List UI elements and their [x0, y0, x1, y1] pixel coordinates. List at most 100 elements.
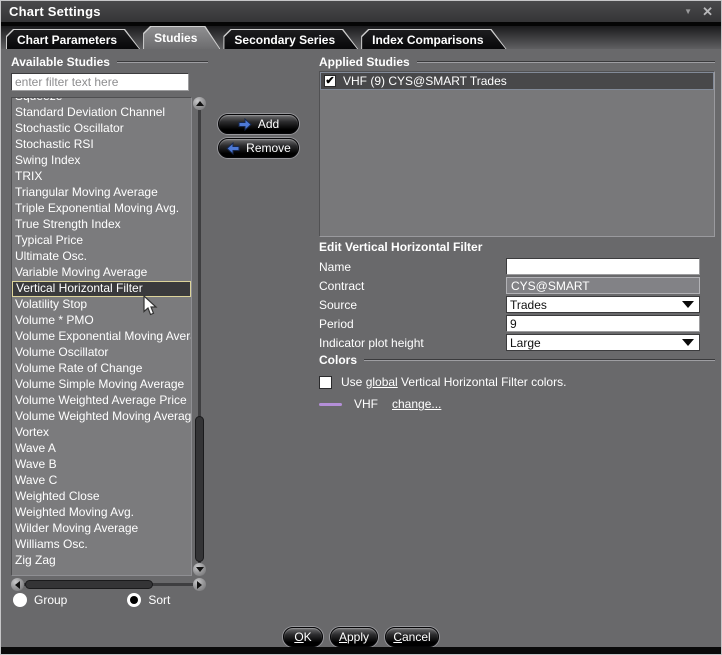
available-study-item[interactable]: Volume * PMO: [12, 313, 191, 329]
ok-button[interactable]: OK: [283, 627, 323, 647]
radio-group-circle[interactable]: [13, 593, 27, 607]
study-filter-input[interactable]: [11, 73, 189, 91]
period-value: 9: [510, 317, 517, 331]
available-study-item[interactable]: Wave B: [12, 457, 191, 473]
global-link[interactable]: global: [366, 375, 398, 389]
applied-study-item[interactable]: ✔ VHF (9) CYS@SMART Trades: [320, 72, 714, 90]
arrow-right-icon: [238, 118, 252, 131]
applied-studies-list: ✔ VHF (9) CYS@SMART Trades: [319, 71, 715, 237]
radio-sort-circle[interactable]: [127, 593, 141, 607]
available-study-item[interactable]: Volume Oscillator: [12, 345, 191, 361]
available-study-item[interactable]: Vortex: [12, 425, 191, 441]
vhf-color-swatch[interactable]: [319, 403, 342, 406]
change-color-link[interactable]: change...: [392, 397, 441, 411]
vertical-scrollbar[interactable]: [193, 97, 206, 576]
applied-study-label: VHF (9) CYS@SMART Trades: [343, 74, 507, 88]
horizontal-scrollbar[interactable]: [11, 578, 206, 591]
scroll-left-button[interactable]: [11, 578, 24, 591]
form-row-period: Period 9: [319, 315, 715, 332]
title-bar: Chart Settings ▼ ✕: [1, 1, 721, 22]
available-study-item[interactable]: Williams Osc.: [12, 537, 191, 553]
remove-button[interactable]: Remove: [218, 138, 299, 158]
scroll-right-button[interactable]: [193, 578, 206, 591]
available-studies-title: Available Studies: [11, 55, 110, 69]
apply-button[interactable]: Apply: [330, 627, 378, 647]
available-study-item[interactable]: Typical Price: [12, 233, 191, 249]
available-study-item[interactable]: Wave A: [12, 441, 191, 457]
radio-group-label: Group: [34, 593, 67, 607]
tab-label: Chart Parameters: [17, 33, 117, 47]
name-label: Name: [319, 260, 351, 274]
scroll-down-button[interactable]: [193, 563, 206, 576]
remove-button-label: Remove: [246, 141, 291, 155]
available-study-item[interactable]: Volume Weighted Moving Average: [12, 409, 191, 425]
available-study-item[interactable]: Triangular Moving Average: [12, 185, 191, 201]
available-studies-list: Squeeze Standard Deviation Channel Stoch…: [11, 97, 192, 576]
tab-label: Studies: [154, 31, 197, 45]
period-field[interactable]: 9: [506, 315, 700, 332]
available-study-item[interactable]: Volatility Stop: [12, 297, 191, 313]
use-global-colors-checkbox[interactable]: [319, 376, 332, 389]
window-menu-icon[interactable]: ▼: [684, 7, 692, 16]
radio-sort[interactable]: Sort: [127, 593, 170, 607]
available-study-item[interactable]: Volume Simple Moving Average: [12, 377, 191, 393]
tab-label: Secondary Series: [234, 33, 335, 47]
tab[interactable]: Studies: [143, 26, 220, 49]
arrow-left-icon: [15, 581, 20, 589]
chevron-down-icon: [682, 301, 694, 308]
tab[interactable]: Secondary Series: [223, 29, 358, 49]
available-study-item[interactable]: Standard Deviation Channel: [12, 105, 191, 121]
close-icon[interactable]: ✕: [702, 4, 713, 20]
available-study-item[interactable]: Triple Exponential Moving Avg.: [12, 201, 191, 217]
available-study-item[interactable]: Volume Weighted Average Price: [12, 393, 191, 409]
group-sort-radios: Group Sort: [13, 593, 170, 607]
add-button-label: Add: [258, 117, 279, 131]
available-study-item[interactable]: Ultimate Osc.: [12, 249, 191, 265]
vhf-swatch-label: VHF: [354, 397, 378, 411]
source-dropdown[interactable]: Trades: [506, 296, 700, 313]
scrollbar-thumb[interactable]: [195, 416, 204, 562]
tab[interactable]: Index Comparisons: [361, 29, 506, 49]
available-study-item[interactable]: Stochastic RSI: [12, 137, 191, 153]
available-study-item[interactable]: Variable Moving Average: [12, 265, 191, 281]
available-study-item[interactable]: Swing Index: [12, 153, 191, 169]
available-study-item[interactable]: Vertical Horizontal Filter: [12, 281, 191, 297]
scroll-up-button[interactable]: [193, 97, 206, 110]
available-study-item[interactable]: Squeeze: [12, 97, 191, 105]
tab[interactable]: Chart Parameters: [6, 29, 140, 49]
available-study-item[interactable]: Weighted Moving Avg.: [12, 505, 191, 521]
radio-group[interactable]: Group: [13, 593, 67, 607]
available-study-item[interactable]: Volume Exponential Moving Average: [12, 329, 191, 345]
available-studies-scroll: Squeeze Standard Deviation Channel Stoch…: [12, 97, 191, 569]
cancel-button[interactable]: Cancel: [385, 627, 439, 647]
source-label: Source: [319, 298, 357, 312]
radio-sort-label: Sort: [148, 593, 170, 607]
scrollbar-thumb[interactable]: [25, 580, 153, 589]
arrow-up-icon: [196, 101, 204, 106]
available-study-item[interactable]: Volume Rate of Change: [12, 361, 191, 377]
available-study-item[interactable]: TRIX: [12, 169, 191, 185]
header-rule: [117, 61, 208, 63]
tab-label: Index Comparisons: [372, 33, 483, 47]
available-study-item[interactable]: True Strength Index: [12, 217, 191, 233]
use-global-colors-text: Use global Vertical Horizontal Filter co…: [341, 375, 566, 389]
vhf-color-row: VHF change...: [319, 398, 441, 410]
use-global-colors-row: Use global Vertical Horizontal Filter co…: [319, 375, 566, 389]
applied-studies-title: Applied Studies: [319, 55, 410, 69]
available-study-item[interactable]: Wilder Moving Average: [12, 521, 191, 537]
colors-title: Colors: [319, 353, 357, 367]
ok-button-label: OK: [294, 630, 311, 644]
arrow-down-icon: [196, 567, 204, 572]
available-study-item[interactable]: Weighted Close: [12, 489, 191, 505]
checkbox-checked-icon[interactable]: ✔: [324, 75, 336, 87]
name-field[interactable]: [506, 258, 700, 275]
plot-height-value: Large: [510, 336, 541, 350]
add-button[interactable]: Add: [218, 114, 299, 134]
available-study-item[interactable]: Stochastic Oscillator: [12, 121, 191, 137]
window-title: Chart Settings: [1, 4, 101, 19]
plot-height-dropdown[interactable]: Large: [506, 334, 700, 351]
available-study-item[interactable]: Wave C: [12, 473, 191, 489]
tab-bar: Chart Parameters Studies Secondary Serie…: [1, 26, 721, 49]
available-study-item[interactable]: Zig Zag: [12, 553, 191, 569]
arrow-left-icon: [226, 142, 240, 155]
